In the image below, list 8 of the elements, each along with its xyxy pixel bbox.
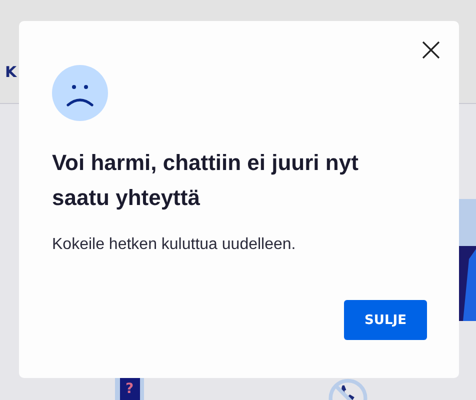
dialog-message: Kokeile hetken kuluttua uudelleen. bbox=[52, 236, 297, 254]
close-icon[interactable] bbox=[422, 41, 440, 59]
sad-face-icon bbox=[52, 65, 108, 121]
help-icon[interactable]: ? bbox=[115, 377, 144, 400]
close-button[interactable]: SULJE bbox=[344, 300, 427, 340]
no-phone-icon[interactable] bbox=[326, 378, 370, 400]
header-text: K bbox=[5, 63, 17, 81]
dialog-title: Voi harmi, chattiin ei juuri nyt saatu yhteyttä bbox=[52, 149, 360, 212]
